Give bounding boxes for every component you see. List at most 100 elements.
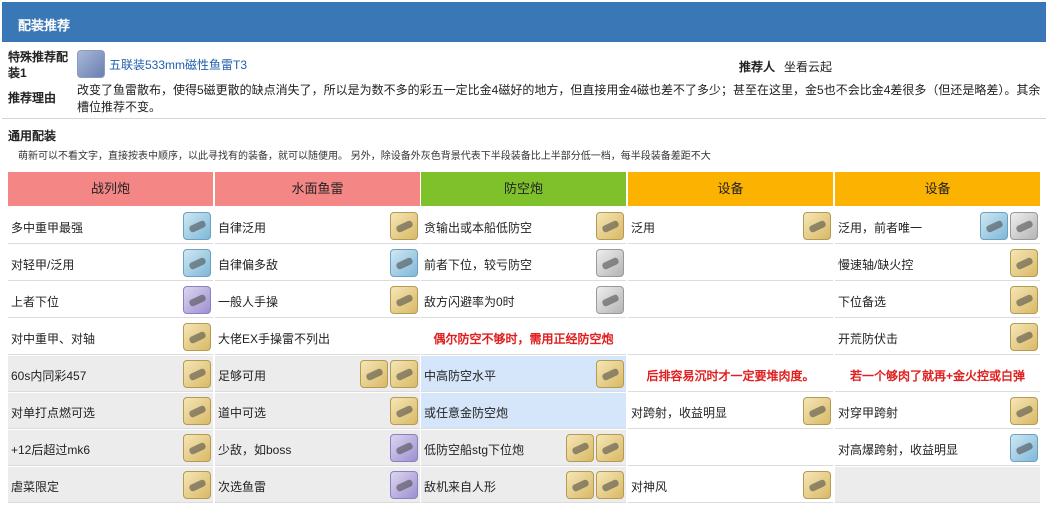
cell-text: 道中可选 (218, 406, 267, 420)
column-header: 防空炮 (421, 172, 626, 206)
equipment-icon[interactable] (390, 434, 418, 462)
equipment-icon[interactable] (596, 471, 624, 499)
equipment-icon[interactable] (980, 212, 1008, 240)
equipment-icon[interactable] (390, 249, 418, 277)
column-header: 水面鱼雷 (215, 172, 420, 206)
general-title: 通用配装 (8, 129, 57, 143)
equipment-icon[interactable] (183, 286, 211, 314)
column-header: 战列炮 (8, 172, 213, 206)
equipment-icon[interactable] (596, 286, 624, 314)
table-cell: 足够可用 (215, 356, 420, 392)
table-cell (835, 467, 1040, 503)
equipment-icons (183, 434, 211, 462)
cell-text: 前者下位，较亏防空 (424, 258, 533, 272)
table-cell: 虐菜限定 (8, 467, 213, 503)
equipment-icon[interactable] (390, 397, 418, 425)
equipment-icon[interactable] (183, 471, 211, 499)
equipment-icons (980, 212, 1038, 240)
general-note: 萌新可以不看文字，直接按表中顺序，以此寻找有的装备，就可以随便用。 另外，除设备… (18, 151, 711, 162)
cell-text: 下位备选 (838, 295, 887, 309)
table-cell: 敌方闪避率为0时 (421, 282, 626, 318)
equipment-icons (803, 397, 831, 425)
equipment-icons (1010, 323, 1038, 351)
table-cell: 对神风 (628, 467, 833, 503)
cell-text: 中高防空水平 (424, 369, 497, 383)
table-cell: 对穿甲跨射 (835, 393, 1040, 429)
cell-text: 开荒防伏击 (838, 332, 899, 346)
equipment-icons (566, 471, 624, 499)
equipment-icon[interactable] (596, 360, 624, 388)
equipment-icon[interactable] (390, 212, 418, 240)
equipment-icon[interactable] (390, 471, 418, 499)
table-cell: 一般人手操 (215, 282, 420, 318)
equipment-icon[interactable] (1010, 434, 1038, 462)
equipment-icon[interactable] (1010, 286, 1038, 314)
equipment-icons (183, 360, 211, 388)
equipment-icons (183, 286, 211, 314)
special-label: 特殊推荐配装1 (8, 50, 69, 80)
equipment-icons (1010, 397, 1038, 425)
cell-text: 次选鱼雷 (218, 480, 267, 494)
special-recommendation: 特殊推荐配装1 五联装533mm磁性鱼雷T3 推荐人 坐看云起 推荐理由 改变了… (2, 43, 1046, 119)
cell-text: 60s内同彩457 (11, 369, 87, 383)
table-cell: 前者下位，较亏防空 (421, 245, 626, 281)
cell-text: 自律泛用 (218, 221, 267, 235)
table-cell: 贪输出或本船低防空 (421, 208, 626, 244)
cell-text: 对跨射，收益明显 (631, 406, 728, 420)
equipment-icon[interactable] (803, 397, 831, 425)
cell-text: 或任意金防空炮 (424, 406, 509, 420)
cell-text: 敌机来自人形 (424, 480, 497, 494)
cell-text: 自律偏多敌 (218, 258, 279, 272)
equipment-icon[interactable] (803, 212, 831, 240)
equipment-icon[interactable] (1010, 323, 1038, 351)
equipment-icon[interactable] (183, 323, 211, 351)
cell-text: 少敌，如boss (218, 443, 292, 457)
table-cell: 对跨射，收益明显 (628, 393, 833, 429)
cell-text: 敌方闪避率为0时 (424, 295, 515, 309)
equipment-icon[interactable] (1010, 212, 1038, 240)
equipment-icon[interactable] (183, 249, 211, 277)
cell-text: 慢速轴/缺火控 (838, 258, 914, 272)
table-cell: 道中可选 (215, 393, 420, 429)
reason-label: 推荐理由 (8, 91, 57, 105)
cell-text: 泛用，前者唯一 (838, 221, 923, 235)
torpedo-equipment-icon[interactable] (77, 50, 105, 78)
equipment-icon[interactable] (566, 434, 594, 462)
table-cell (628, 430, 833, 466)
equipment-icons (390, 397, 418, 425)
recommender-label: 推荐人 (739, 60, 776, 74)
equipment-icons (1010, 434, 1038, 462)
equipment-icons (596, 286, 624, 314)
equipment-icon[interactable] (183, 434, 211, 462)
cell-text: 对神风 (631, 480, 668, 494)
equipment-link[interactable]: 五联装533mm磁性鱼雷T3 (109, 56, 247, 73)
equipment-icon[interactable] (183, 360, 211, 388)
table-cell: 泛用 (628, 208, 833, 244)
equipment-icon[interactable] (390, 360, 418, 388)
equipment-icons (183, 212, 211, 240)
equipment-icon[interactable] (183, 397, 211, 425)
cell-text: 对高爆跨射，收益明显 (838, 443, 959, 457)
equipment-icon[interactable] (566, 471, 594, 499)
equipment-icon[interactable] (1010, 249, 1038, 277)
table-cell: 中高防空水平 (421, 356, 626, 392)
equipment-icon[interactable] (596, 249, 624, 277)
equipment-icons (596, 212, 624, 240)
equipment-icon[interactable] (596, 212, 624, 240)
equipment-icons (1010, 286, 1038, 314)
equipment-icon[interactable] (390, 286, 418, 314)
equipment-icons (390, 249, 418, 277)
equipment-icon[interactable] (183, 212, 211, 240)
equipment-icon[interactable] (803, 471, 831, 499)
equipment-icon[interactable] (1010, 397, 1038, 425)
recommender-name: 坐看云起 (784, 60, 833, 74)
equipment-icons (360, 360, 418, 388)
table-cell: 开荒防伏击 (835, 319, 1040, 355)
cell-text: 泛用 (631, 221, 656, 235)
cell-text: 上者下位 (11, 295, 60, 309)
cell-text: 对穿甲跨射 (838, 406, 899, 420)
table-cell: 低防空船stg下位炮 (421, 430, 626, 466)
table-cell: 大佬EX手操雷不列出 (215, 319, 420, 355)
equipment-icon[interactable] (360, 360, 388, 388)
equipment-icon[interactable] (596, 434, 624, 462)
